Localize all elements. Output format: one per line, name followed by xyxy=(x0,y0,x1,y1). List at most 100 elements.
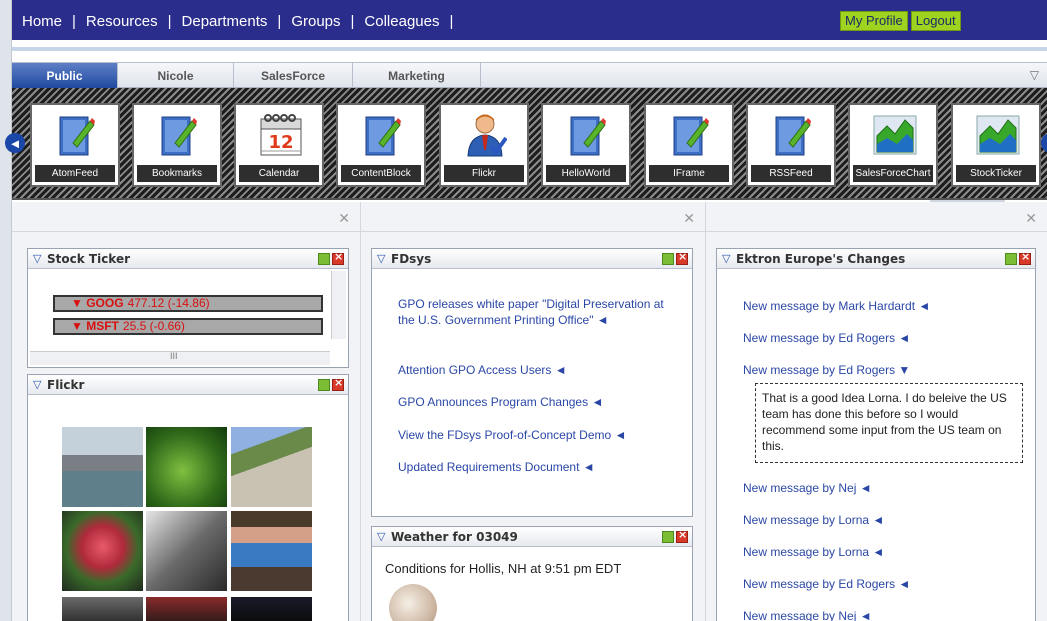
tab-marketing[interactable]: Marketing xyxy=(353,63,481,88)
widget-label: SalesForceChart xyxy=(853,165,933,182)
widget-bookmarks[interactable]: Bookmarks xyxy=(132,103,222,187)
panel-header: ▽ Flickr xyxy=(28,375,348,395)
vertical-scrollbar[interactable] xyxy=(331,271,346,339)
message-link[interactable]: New message by Nej ◄ xyxy=(743,480,872,496)
nav-link-groups[interactable]: Groups xyxy=(291,13,340,30)
message-link-expanded[interactable]: New message by Ed Rogers ▼ xyxy=(743,362,910,378)
stock-row: ▼ GOOG 477.12 (-14.86) xyxy=(53,295,323,312)
calendar-day: 12 xyxy=(268,132,293,153)
close-icon[interactable] xyxy=(676,250,688,265)
flickr-photo[interactable] xyxy=(146,511,227,591)
collapse-icon[interactable]: ▽ xyxy=(377,530,385,543)
close-icon[interactable] xyxy=(332,250,344,265)
collapse-icon[interactable]: ▽ xyxy=(33,378,41,391)
widget-salesforcechart[interactable]: SalesForceChart xyxy=(848,103,938,187)
widget-iframe[interactable]: IFrame xyxy=(644,103,734,187)
tab-public[interactable]: Public xyxy=(12,63,118,88)
stock-quote: 25.5 (-0.66) xyxy=(122,319,185,333)
flickr-photo[interactable] xyxy=(231,427,312,507)
document-edit-icon xyxy=(156,111,202,159)
top-navigation-bar: Home | Resources | Departments | Groups | Co… xyxy=(12,0,1047,40)
widget-label: AtomFeed xyxy=(35,165,115,182)
close-icon[interactable] xyxy=(332,376,344,391)
minimize-icon[interactable] xyxy=(662,253,674,265)
fdsys-item[interactable]: Attention GPO Access Users ◄ xyxy=(398,362,567,378)
message-link[interactable]: New message by Ed Rogers ◄ xyxy=(743,576,910,592)
message-link[interactable]: New message by Lorna ◄ xyxy=(743,512,884,528)
message-comment: That is a good Idea Lorna. I do beleive … xyxy=(755,383,1023,463)
minimize-icon[interactable] xyxy=(662,531,674,543)
close-icon[interactable] xyxy=(1019,250,1031,265)
portal-page: Home | Resources | Departments | Groups | Co… xyxy=(0,0,1047,621)
left-edge-strip xyxy=(0,0,12,621)
close-icon[interactable] xyxy=(676,528,688,543)
widget-calendar[interactable]: 12 Calendar xyxy=(234,103,324,187)
minimize-icon[interactable] xyxy=(1005,253,1017,265)
collapse-icon[interactable]: ▽ xyxy=(33,252,41,265)
profile-buttons: My Profile Logout xyxy=(840,11,961,31)
tab-bar: Public Nicole SalesForce Marketing ▽ xyxy=(12,62,1047,88)
panel-header: ▽ Stock Ticker xyxy=(28,249,348,269)
document-edit-icon xyxy=(360,111,406,159)
flickr-photo[interactable] xyxy=(231,511,312,591)
nav-link-resources[interactable]: Resources xyxy=(86,13,158,30)
message-link[interactable]: New message by Lorna ◄ xyxy=(743,544,884,560)
column-remove-icon[interactable]: ✕ xyxy=(1025,210,1037,227)
column-1-header: ✕ xyxy=(12,202,360,232)
flickr-photo[interactable] xyxy=(62,427,143,507)
stock-symbol: GOOG xyxy=(86,296,124,310)
widget-label: ContentBlock xyxy=(341,165,421,182)
minimize-icon[interactable] xyxy=(318,379,330,391)
stock-ticker-panel: ▽ Stock Ticker ▼ GOOG477.12 (-14.86) ▼ M… xyxy=(27,248,349,368)
fdsys-item[interactable]: GPO releases white paper "Digital Preser… xyxy=(398,296,678,328)
widget-stockticker[interactable]: StockTicker xyxy=(951,103,1041,187)
widget-atomfeed[interactable]: AtomFeed xyxy=(30,103,120,187)
widget-label: HelloWorld xyxy=(546,165,626,182)
widget-contentblock[interactable]: ContentBlock xyxy=(336,103,426,187)
message-link[interactable]: New message by Nej ◄ xyxy=(743,608,872,621)
document-edit-icon xyxy=(668,111,714,159)
widget-rssfeed[interactable]: RSSFeed xyxy=(746,103,836,187)
column-remove-icon[interactable]: ✕ xyxy=(683,210,695,227)
column-divider xyxy=(360,202,361,621)
scroll-left-arrow-icon[interactable]: ◄ xyxy=(5,133,25,153)
horizontal-scrollbar[interactable]: III xyxy=(30,351,330,365)
panel-title: Flickr xyxy=(47,378,85,392)
tab-menu-icon[interactable]: ▽ xyxy=(1030,68,1039,82)
flickr-photo[interactable] xyxy=(146,427,227,507)
panel-title: Ektron Europe's Changes xyxy=(736,252,906,266)
flickr-photo[interactable] xyxy=(146,597,227,621)
panel-title: Weather for 03049 xyxy=(391,530,518,544)
weather-conditions: Conditions for Hollis, NH at 9:51 pm EDT xyxy=(385,561,622,576)
flickr-photo[interactable] xyxy=(231,597,312,621)
widget-flickr[interactable]: Flickr xyxy=(439,103,529,187)
minimize-icon[interactable] xyxy=(318,253,330,265)
column-remove-icon[interactable]: ✕ xyxy=(338,210,350,227)
chart-icon xyxy=(872,111,918,159)
widget-helloworld[interactable]: HelloWorld xyxy=(541,103,631,187)
collapse-icon[interactable]: ▽ xyxy=(722,252,730,265)
document-edit-icon xyxy=(54,111,100,159)
collapse-icon[interactable]: ▽ xyxy=(377,252,385,265)
fdsys-item[interactable]: View the FDsys Proof-of-Concept Demo ◄ xyxy=(398,427,626,443)
column-2-header: ✕ xyxy=(361,202,705,232)
logout-button[interactable]: Logout xyxy=(910,11,961,31)
tab-salesforce[interactable]: SalesForce xyxy=(234,63,353,88)
flickr-photo[interactable] xyxy=(62,597,143,621)
moon-icon xyxy=(389,584,437,621)
fdsys-panel: ▽ FDsys GPO releases white paper "Digita… xyxy=(371,248,693,517)
flickr-photo[interactable] xyxy=(62,511,143,591)
panel-header: ▽ FDsys xyxy=(372,249,692,269)
column-divider xyxy=(705,202,706,621)
my-profile-button[interactable]: My Profile xyxy=(840,11,908,31)
nav-link-colleagues[interactable]: Colleagues xyxy=(364,13,439,30)
nav-link-home[interactable]: Home xyxy=(22,13,62,30)
nav-link-departments[interactable]: Departments xyxy=(182,13,268,30)
panel-title: Stock Ticker xyxy=(47,252,131,266)
message-link[interactable]: New message by Mark Hardardt ◄ xyxy=(743,298,930,314)
panel-header: ▽ Weather for 03049 xyxy=(372,527,692,547)
fdsys-item[interactable]: Updated Requirements Document ◄ xyxy=(398,459,595,475)
message-link[interactable]: New message by Ed Rogers ◄ xyxy=(743,330,910,346)
fdsys-item[interactable]: GPO Announces Program Changes ◄ xyxy=(398,394,603,410)
tab-nicole[interactable]: Nicole xyxy=(118,63,234,88)
